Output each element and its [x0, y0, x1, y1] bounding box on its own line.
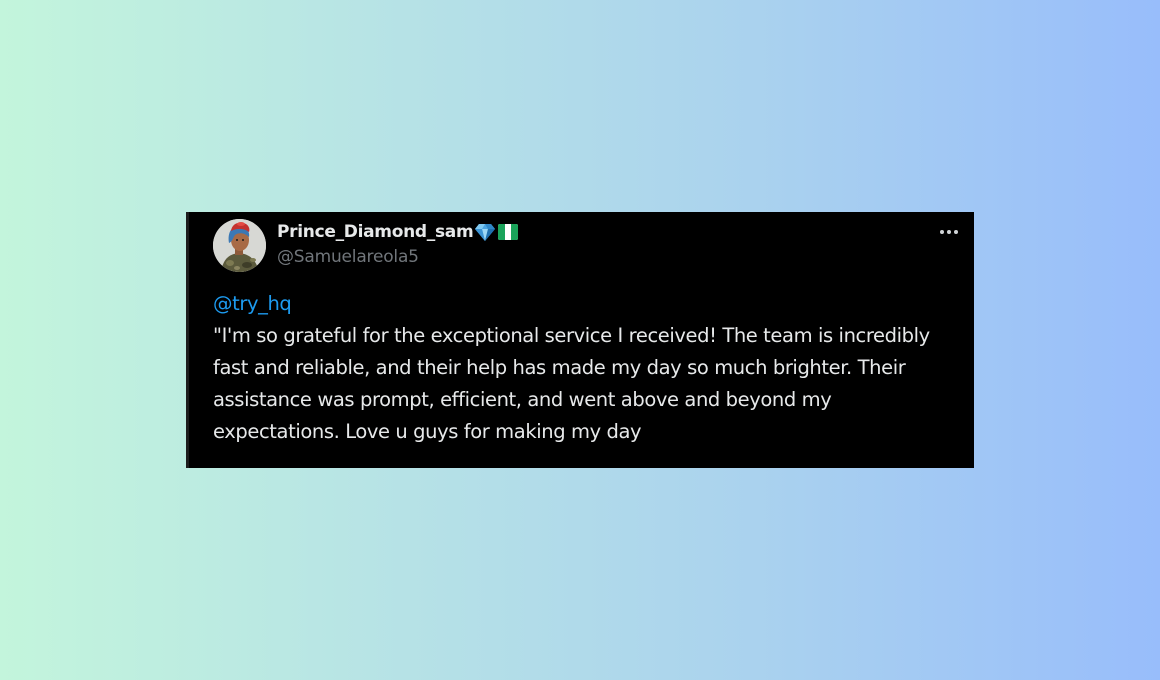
author-name-row[interactable]: Prince_Diamond_sam: [277, 220, 519, 244]
gem-stone-icon: [474, 222, 496, 242]
mention-link[interactable]: @try_hq: [213, 288, 953, 320]
more-horizontal-icon: [940, 230, 944, 234]
more-options-button[interactable]: [935, 224, 963, 240]
author-handle[interactable]: @Samuelareola5: [277, 247, 419, 267]
avatar-image: [213, 219, 266, 272]
tweet-text: "I'm so grateful for the exceptional ser…: [213, 324, 930, 443]
more-horizontal-icon: [954, 230, 958, 234]
more-horizontal-icon: [947, 230, 951, 234]
nigeria-flag-icon: [497, 223, 519, 241]
avatar[interactable]: [213, 219, 266, 272]
tweet-body: @try_hq "I'm so grateful for the excepti…: [213, 288, 953, 448]
author-display-name[interactable]: Prince_Diamond_sam: [277, 222, 474, 242]
tweet-card[interactable]: Prince_Diamond_sam @Samuelareola5 @try_h…: [186, 212, 974, 468]
